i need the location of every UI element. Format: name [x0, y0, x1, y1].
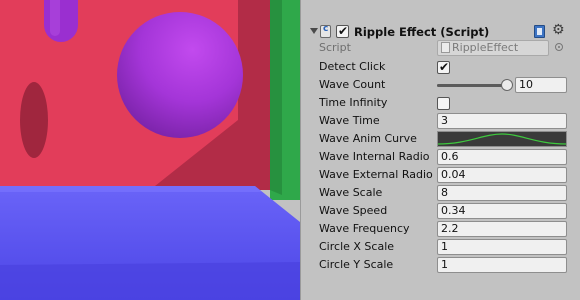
slider-fill: [437, 84, 507, 87]
wave-frequency-input[interactable]: 2.2: [437, 221, 567, 237]
wave-count-input[interactable]: 10: [515, 77, 567, 93]
wave-internal-radius-label: Wave Internal Radio: [319, 150, 430, 163]
wave-count-slider[interactable]: [437, 79, 513, 91]
wave-scale-label: Wave Scale: [319, 186, 383, 199]
circle-y-scale-row: Circle Y Scale 1: [301, 256, 580, 274]
wave-speed-label: Wave Speed: [319, 204, 388, 217]
detect-click-row: Detect Click ✔: [301, 58, 580, 76]
wave-internal-radius-input[interactable]: 0.6: [437, 149, 567, 165]
wave-external-radius-row: Wave External Radio 0.04: [301, 166, 580, 184]
object-picker-icon[interactable]: [555, 43, 563, 51]
capsule-shadow: [20, 82, 48, 158]
foldout-arrow-icon[interactable]: [310, 28, 318, 34]
script-file-icon: [441, 42, 450, 53]
sphere: [117, 12, 243, 138]
component-enabled-checkbox[interactable]: ✔: [336, 24, 349, 38]
script-value: RippleEffect: [452, 41, 519, 54]
component-title: Ripple Effect (Script): [354, 25, 490, 39]
curve-preview: [438, 133, 566, 145]
wave-external-radius-label: Wave External Radio: [319, 168, 433, 181]
wave-external-radius-input[interactable]: 0.04: [437, 167, 567, 183]
time-infinity-checkbox[interactable]: [437, 97, 450, 110]
wave-frequency-label: Wave Frequency: [319, 222, 410, 235]
wave-anim-curve-field[interactable]: [437, 131, 567, 147]
slider-thumb[interactable]: [501, 79, 513, 91]
scene-view[interactable]: [0, 0, 300, 300]
circle-x-scale-input[interactable]: 1: [437, 239, 567, 255]
wave-scale-row: Wave Scale 8: [301, 184, 580, 202]
wave-internal-radius-row: Wave Internal Radio 0.6: [301, 148, 580, 166]
circle-x-scale-row: Circle X Scale 1: [301, 238, 580, 256]
checkmark-icon: ✔: [338, 24, 349, 38]
wave-count-row: Wave Count 10: [301, 76, 580, 94]
script-object-field[interactable]: RippleEffect: [437, 40, 549, 56]
wave-time-input[interactable]: 3: [437, 113, 567, 129]
script-row: Script RippleEffect: [301, 39, 580, 57]
time-infinity-row: Time Infinity: [301, 94, 580, 112]
help-book-icon[interactable]: [534, 25, 545, 38]
gear-icon[interactable]: ⚙: [552, 22, 565, 38]
circle-y-scale-input[interactable]: 1: [437, 257, 567, 273]
detect-click-label: Detect Click: [319, 60, 386, 73]
wave-speed-row: Wave Speed 0.34: [301, 202, 580, 220]
wave-anim-curve-row: Wave Anim Curve: [301, 130, 580, 148]
detect-click-checkbox[interactable]: ✔: [437, 60, 450, 74]
wave-frequency-row: Wave Frequency 2.2: [301, 220, 580, 238]
circle-y-scale-label: Circle Y Scale: [319, 258, 394, 271]
wave-count-label: Wave Count: [319, 78, 386, 91]
wave-anim-curve-label: Wave Anim Curve: [319, 132, 417, 145]
wave-scale-input[interactable]: 8: [437, 185, 567, 201]
script-label: Script: [319, 41, 351, 54]
time-infinity-label: Time Infinity: [319, 96, 388, 109]
circle-x-scale-label: Circle X Scale: [319, 240, 395, 253]
checkmark-icon: ✔: [439, 60, 450, 74]
wave-time-label: Wave Time: [319, 114, 380, 127]
script-icon: [320, 24, 331, 38]
wave-time-row: Wave Time 3: [301, 112, 580, 130]
inspector-panel: ✔ Ripple Effect (Script) ⚙ Script Ripple…: [300, 0, 580, 300]
wave-speed-input[interactable]: 0.34: [437, 203, 567, 219]
scene-render: [0, 0, 300, 300]
capsule: [44, 0, 78, 42]
